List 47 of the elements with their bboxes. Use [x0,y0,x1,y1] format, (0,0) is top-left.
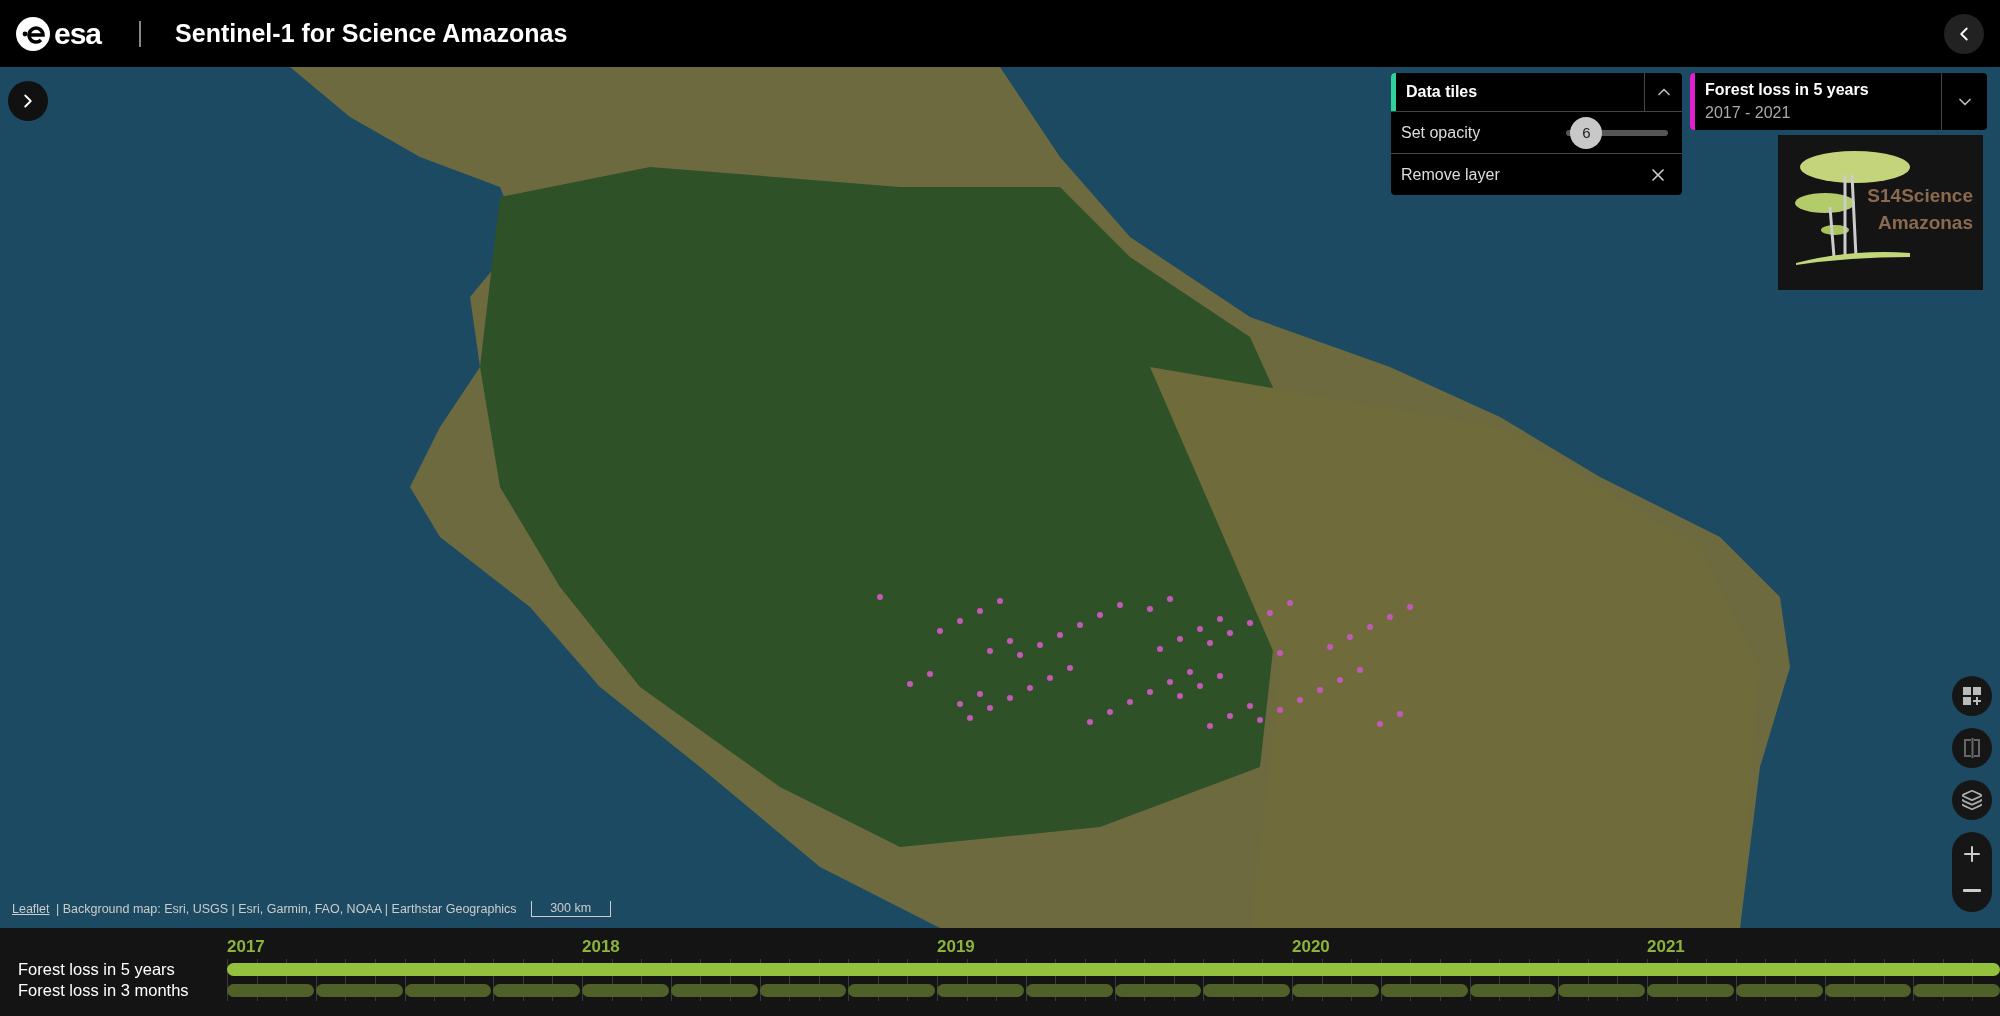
timeline-period[interactable] [1380,984,1468,997]
timeline-period[interactable] [1558,984,1645,997]
app-title: Sentinel-1 for Science Amazonas [175,19,568,48]
compare-icon [1962,737,1982,759]
timeline-period[interactable] [227,984,314,997]
grid-plus-icon [1962,686,1982,706]
esa-logo-icon [16,16,50,51]
scale-bar: 300 km [530,901,611,917]
timeline-period[interactable] [404,984,492,997]
minus-icon [1963,888,1981,892]
leaflet-link[interactable]: Leaflet [12,902,50,916]
timeline-period[interactable] [670,984,758,997]
timeline-period[interactable] [1735,984,1823,997]
year-label: 2018 [582,937,621,957]
year-label: 2020 [1292,937,1331,957]
timeline-period[interactable] [1292,984,1379,997]
timeline-period[interactable] [1469,984,1557,997]
slider-thumb[interactable]: 6 [1570,116,1603,149]
layer-title: Data tiles [1406,83,1479,101]
timeline-period[interactable] [759,984,847,997]
timeline-period[interactable] [1025,984,1113,997]
timeline-period[interactable] [1647,984,1734,997]
logo-text: S14Science [1867,184,1973,208]
year-label: 2019 [937,937,976,957]
logo-text: Amazonas [1877,211,1973,235]
opacity-label: Set opacity [1401,123,1481,142]
timeline-period[interactable] [1114,984,1202,997]
layer-date-range: 2017 - 2021 [1705,104,1792,122]
timeline-period[interactable] [582,984,669,997]
timeline-layer-label: Forest loss in 3 months [17,981,190,1000]
timeline-period[interactable] [315,984,403,997]
year-label: 2021 [1647,937,1686,957]
map-attribution: Leaflet | Background map: Esri, USGS | Esri, Garmin, FAO, NOAA | Earthstar Geographics [12,902,517,916]
timeline-period[interactable] [937,984,1024,997]
timeline-period[interactable] [848,984,935,997]
layer-title: Forest loss in 5 years [1705,81,1870,99]
esa-logo-text: esa [54,16,102,51]
remove-layer-label: Remove layer [1401,165,1500,184]
layers-icon [1961,789,1983,811]
timeline-period[interactable] [1824,984,1912,997]
timeline-period[interactable] [493,984,580,997]
timeline-period[interactable] [1203,984,1290,997]
timeline-period[interactable] [1913,984,2000,997]
collapse-panel-button[interactable] [1944,13,1984,54]
timeline-layer-label: Forest loss in 5 years [17,960,176,979]
year-label: 2017 [227,937,266,957]
opacity-slider[interactable]: 6 [1566,116,1668,149]
